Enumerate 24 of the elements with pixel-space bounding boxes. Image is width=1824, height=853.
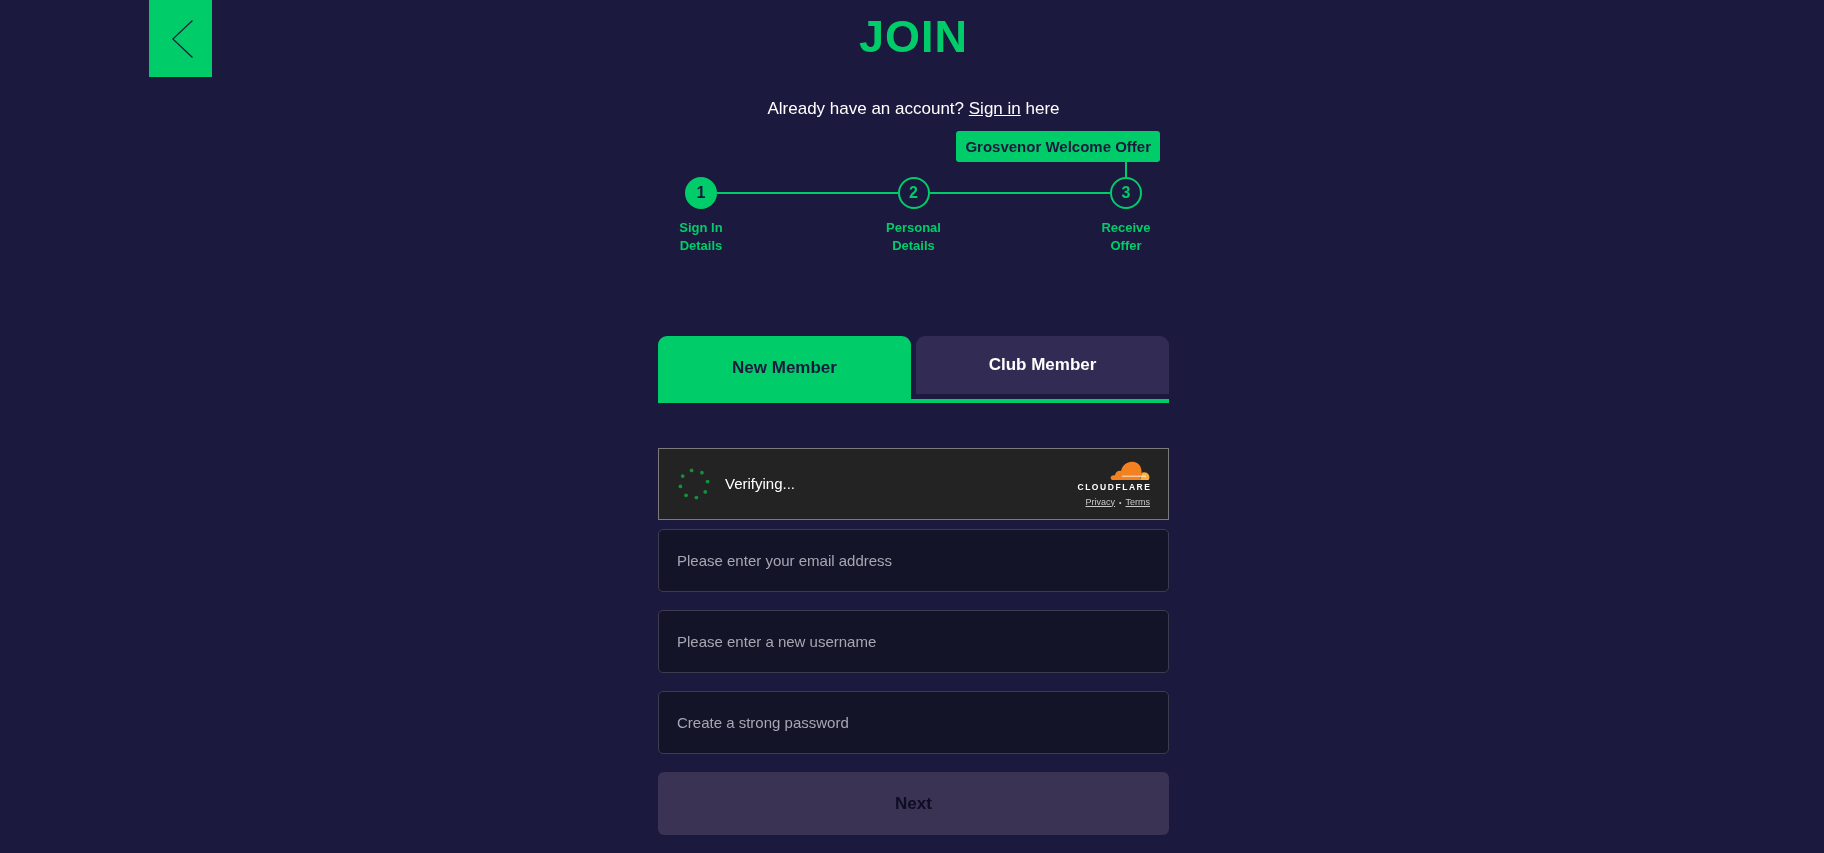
step-indicator: 2 — [897, 177, 930, 209]
password-field[interactable]: Create a strong password — [658, 691, 1169, 754]
username-field[interactable]: Please enter a new username — [658, 610, 1169, 673]
footer-link[interactable]: Privacy — [1085, 496, 1116, 508]
cloud-icon — [1110, 460, 1150, 480]
step-indicator: 3 — [1110, 177, 1142, 209]
spinner-icon — [678, 468, 710, 500]
step-label: Receive Offer — [1100, 219, 1152, 255]
email-field[interactable]: Please enter your email address — [658, 529, 1169, 592]
step-label: Sign In Details — [678, 219, 724, 255]
offer-badge: Grosvenor Welcome Offer — [956, 131, 1160, 162]
page-title: JOIN — [859, 14, 968, 59]
signin-prompt: Already have an account? Sign in here — [767, 99, 1060, 119]
member-type-tab[interactable]: Club Member — [916, 336, 1169, 394]
brand-name: CLOUDFLARE — [1077, 481, 1152, 492]
footer-link[interactable]: Terms — [1125, 496, 1150, 508]
member-type-tab[interactable]: New Member — [658, 336, 911, 399]
back-button[interactable] — [149, 0, 212, 77]
leader-line — [1125, 162, 1127, 177]
chevron-left-icon — [171, 19, 193, 58]
signin-link[interactable]: Sign in — [968, 99, 1021, 118]
step-label: Personal Details — [885, 219, 942, 255]
step-indicator: 1 — [685, 177, 717, 209]
status-text: Verifying... — [725, 475, 796, 493]
